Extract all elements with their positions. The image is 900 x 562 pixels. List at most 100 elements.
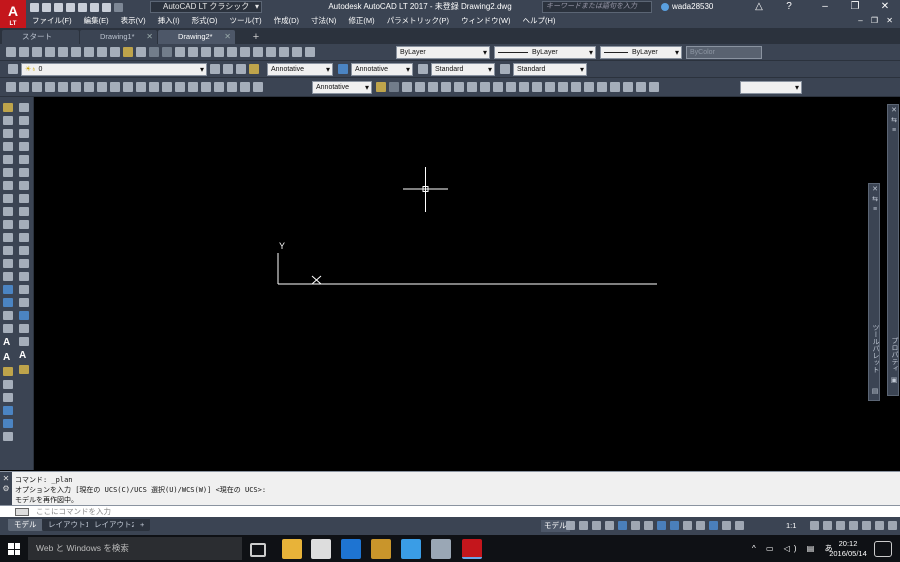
- mirror-icon[interactable]: [19, 129, 29, 138]
- move-icon[interactable]: [19, 168, 29, 177]
- autocad-taskbar-icon[interactable]: [462, 539, 482, 559]
- hatch-icon[interactable]: [3, 285, 13, 294]
- annotation-plus-icon[interactable]: [823, 521, 832, 530]
- ellipse-icon[interactable]: [3, 220, 13, 229]
- app-menu-button[interactable]: A LT: [0, 0, 26, 28]
- doc-window-controls[interactable]: – ❐ ✕: [858, 14, 896, 28]
- tab-close-icon[interactable]: ✕: [146, 30, 153, 44]
- color-select[interactable]: ByLayer: [396, 46, 490, 59]
- menu-draw[interactable]: 作成(D): [268, 14, 305, 28]
- open-icon[interactable]: [19, 47, 29, 57]
- tool-palette-strip[interactable]: ✕ ⇆ ≡ ツールパレット ▤: [868, 183, 880, 401]
- quick-properties-icon[interactable]: [849, 521, 858, 530]
- annotation-visibility-icon[interactable]: [709, 521, 718, 530]
- insert-icon[interactable]: [532, 82, 542, 92]
- media-player-icon[interactable]: [371, 539, 391, 559]
- calculator-icon[interactable]: [292, 47, 302, 57]
- fillet-icon[interactable]: [19, 298, 29, 307]
- dim-edit-icon[interactable]: [227, 82, 237, 92]
- layer-state-icon[interactable]: [236, 64, 246, 74]
- diameter-icon[interactable]: [84, 82, 94, 92]
- break-at-point-icon[interactable]: [19, 246, 29, 255]
- undo-icon[interactable]: [149, 47, 159, 57]
- table-icon[interactable]: [3, 324, 13, 333]
- undo-icon[interactable]: [90, 2, 99, 12]
- layer-previous-icon[interactable]: [223, 64, 233, 74]
- lineweight-icon[interactable]: [657, 521, 666, 530]
- osnap-settings-icon[interactable]: [584, 82, 594, 92]
- ordinate-icon[interactable]: [45, 82, 55, 92]
- gradient-icon[interactable]: [3, 298, 13, 307]
- apparent-icon[interactable]: [441, 82, 451, 92]
- table-insert-icon[interactable]: [19, 337, 29, 346]
- add-layout-icon[interactable]: +: [134, 519, 151, 531]
- pan-icon[interactable]: [175, 47, 185, 57]
- dim-break-icon[interactable]: [162, 82, 172, 92]
- polar-icon[interactable]: [605, 521, 614, 530]
- isodraft-icon[interactable]: [618, 521, 627, 530]
- text-a-icon[interactable]: A: [3, 337, 15, 348]
- command-prompt-icon[interactable]: [15, 508, 29, 516]
- insert-block-icon[interactable]: [3, 246, 13, 255]
- table-style-select[interactable]: Standard: [431, 63, 495, 76]
- paste-icon[interactable]: [110, 47, 120, 57]
- save-icon[interactable]: [32, 47, 42, 57]
- menu-edit[interactable]: 編集(E): [78, 14, 115, 28]
- angular-icon[interactable]: [97, 82, 107, 92]
- close-icon[interactable]: ✕: [870, 0, 900, 14]
- palette-autohide-icon[interactable]: ⇆: [870, 196, 880, 204]
- palette-menu-icon[interactable]: ≡: [889, 127, 899, 135]
- transparency-icon[interactable]: [670, 521, 679, 530]
- markup-icon[interactable]: [279, 47, 289, 57]
- notification-center-icon[interactable]: [874, 541, 892, 557]
- none-snap-icon[interactable]: [571, 82, 581, 92]
- break-icon[interactable]: [19, 259, 29, 268]
- add-selected-icon[interactable]: [3, 367, 13, 376]
- field-icon[interactable]: [19, 365, 29, 374]
- user-name[interactable]: wada28530: [672, 0, 713, 14]
- layout-tab-model[interactable]: モデル: [8, 519, 43, 531]
- revcloud-icon[interactable]: [3, 194, 13, 203]
- rectangle-icon[interactable]: [3, 155, 13, 164]
- properties-icon[interactable]: [227, 47, 237, 57]
- zoom-previous-icon[interactable]: [214, 47, 224, 57]
- clip-viewport-icon[interactable]: [649, 82, 659, 92]
- cut-icon[interactable]: [84, 47, 94, 57]
- workspace-select[interactable]: AutoCAD LT クラシック: [150, 1, 262, 13]
- drawing-canvas[interactable]: Y: [35, 97, 885, 470]
- menu-tools[interactable]: ツール(T): [224, 14, 268, 28]
- menu-view[interactable]: 表示(V): [115, 14, 152, 28]
- taskbar-clock[interactable]: 20:12 2016/05/14: [828, 539, 868, 559]
- annotation-scale-value[interactable]: 1:1: [786, 520, 796, 532]
- save-icon[interactable]: [54, 2, 63, 12]
- windows-start-icon[interactable]: [8, 543, 20, 555]
- quick-dim-icon[interactable]: [110, 82, 120, 92]
- preview-icon[interactable]: [58, 47, 68, 57]
- minimize-icon[interactable]: –: [810, 0, 840, 14]
- inspection-icon[interactable]: [201, 82, 211, 92]
- jogged-icon[interactable]: [71, 82, 81, 92]
- isolate-objects-icon[interactable]: [862, 521, 871, 530]
- blend-icon[interactable]: [19, 311, 29, 320]
- make-block-icon[interactable]: [3, 259, 13, 268]
- scale-icon[interactable]: [19, 194, 29, 203]
- palette-close-icon[interactable]: ✕: [889, 107, 899, 115]
- dim-style-select[interactable]: Annotative: [351, 63, 413, 76]
- open-icon[interactable]: [42, 2, 51, 12]
- block-editor-icon[interactable]: [136, 47, 146, 57]
- arc-length-icon[interactable]: [32, 82, 42, 92]
- copy-icon[interactable]: [97, 47, 107, 57]
- dim-space-icon[interactable]: [149, 82, 159, 92]
- dropdown-icon[interactable]: [114, 2, 123, 12]
- point-icon[interactable]: [3, 272, 13, 281]
- tool-palettes-icon[interactable]: [253, 47, 263, 57]
- dim-override-icon[interactable]: [376, 82, 386, 92]
- circle-icon[interactable]: [3, 181, 13, 190]
- palette-properties-icon[interactable]: ▤: [870, 388, 880, 396]
- find-icon[interactable]: [3, 393, 13, 402]
- properties-palette-strip[interactable]: ✕ ⇆ ≡ プロパティ ▣: [887, 104, 899, 396]
- node-icon[interactable]: [545, 82, 555, 92]
- dim-style-icon[interactable]: [338, 64, 348, 74]
- maximize-icon[interactable]: ❐: [840, 0, 870, 14]
- customize-menu-icon[interactable]: [888, 521, 897, 530]
